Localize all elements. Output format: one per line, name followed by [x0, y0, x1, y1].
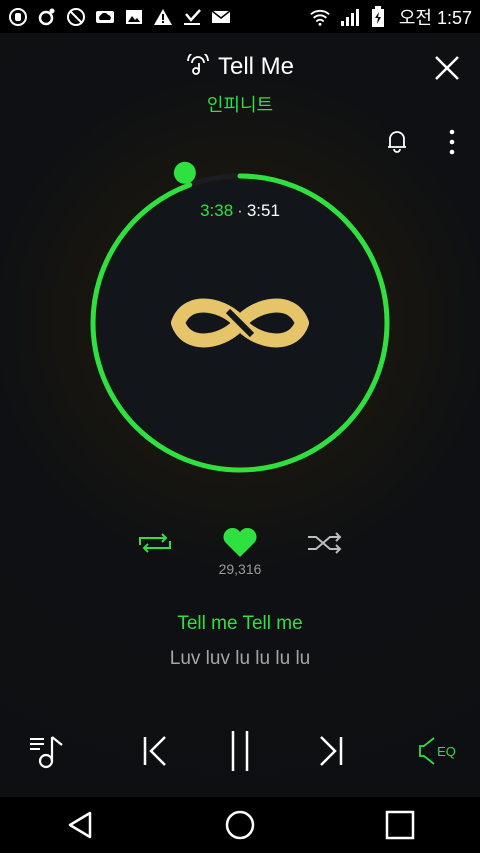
home-button[interactable]	[210, 797, 270, 853]
infinity-logo	[171, 298, 309, 348]
speaker-icon	[419, 737, 435, 765]
lyric-next-line[interactable]: Luv luv lu lu lu lu	[0, 648, 480, 670]
bottom-controls: EQ	[0, 726, 480, 776]
back-button[interactable]	[50, 797, 110, 853]
status-right-icons: 오전 1:57	[310, 4, 472, 30]
like-count: 29,316	[218, 561, 262, 577]
image-icon	[124, 7, 144, 27]
back-icon	[68, 811, 92, 839]
recent-apps-button[interactable]	[370, 797, 430, 853]
status-time: 오전 1:57	[398, 7, 472, 28]
next-button[interactable]	[312, 726, 352, 776]
lyric-current-line[interactable]: Tell me Tell me	[0, 613, 480, 635]
progress-knob[interactable]	[173, 161, 196, 184]
playback-options	[0, 523, 480, 563]
warning-icon	[153, 7, 173, 27]
repeat-icon	[139, 533, 171, 553]
more-options-button[interactable]	[446, 128, 458, 156]
current-time: 3:38	[200, 201, 234, 220]
pause-icon	[231, 731, 249, 771]
shuffle-button[interactable]	[306, 523, 344, 563]
song-title: Tell Me	[217, 53, 295, 80]
repeat-button[interactable]	[136, 523, 174, 563]
previous-button[interactable]	[134, 726, 174, 776]
more-vertical-icon	[449, 129, 455, 155]
close-icon	[435, 56, 459, 80]
signal-icon	[339, 7, 359, 27]
navigation-bar	[0, 797, 480, 853]
title-row: Tell Me	[0, 49, 480, 81]
close-button[interactable]	[432, 53, 462, 83]
music-icon	[37, 7, 57, 27]
download-icon	[182, 7, 202, 27]
cloud-icon	[95, 7, 115, 27]
skip-next-icon	[320, 736, 343, 766]
playlist-icon	[30, 736, 63, 769]
playlist-button[interactable]	[28, 726, 68, 776]
album-disc	[88, 151, 392, 473]
mail-icon	[211, 7, 231, 27]
home-icon	[225, 810, 255, 840]
skip-previous-icon	[143, 736, 166, 766]
app-icon	[8, 7, 28, 27]
time-separator: ·	[237, 201, 243, 220]
battery-icon	[368, 5, 388, 27]
equalizer-button[interactable]: EQ	[412, 726, 462, 776]
like-button[interactable]	[220, 523, 260, 563]
shuffle-icon	[308, 532, 342, 554]
heart-icon	[223, 527, 257, 557]
status-bar: 오전 1:57	[0, 0, 480, 33]
wifi-icon	[310, 7, 330, 27]
pause-button[interactable]	[220, 726, 260, 776]
player-screen: Tell Me 인피니트 3:38 · 3:51 29,316 Tell me …	[0, 33, 480, 797]
streaming-music-icon	[186, 49, 210, 81]
time-display: 3:38 · 3:51	[0, 201, 480, 221]
recent-apps-icon	[385, 810, 415, 840]
eq-label: EQ	[437, 743, 456, 759]
block-icon	[66, 7, 86, 27]
total-time: 3:51	[246, 201, 280, 220]
artist-name[interactable]: 인피니트	[0, 91, 480, 117]
status-left-icons	[8, 7, 231, 27]
